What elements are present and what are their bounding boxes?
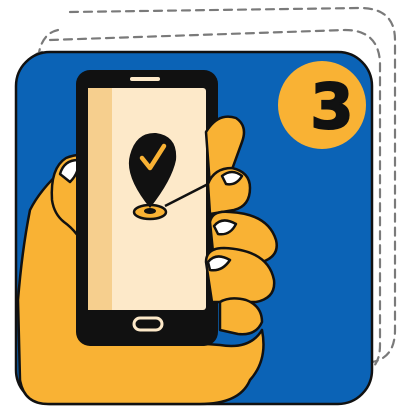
phone-speaker bbox=[130, 77, 160, 81]
step-number: 3 bbox=[310, 70, 353, 143]
step-badge: 3 bbox=[278, 61, 366, 149]
step-illustration: 3 bbox=[0, 0, 402, 416]
